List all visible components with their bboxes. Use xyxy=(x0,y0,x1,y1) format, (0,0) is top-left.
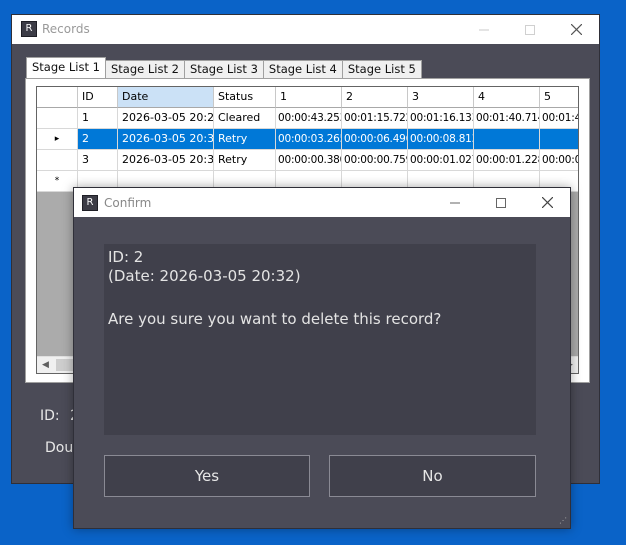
cell-id[interactable]: 3 xyxy=(78,150,118,171)
cell-time-4[interactable]: 00:00:01.228 xyxy=(474,150,540,171)
cell-time-2[interactable]: 00:00:00.759 xyxy=(342,150,408,171)
cell-date[interactable]: 2026-03-05 20:32 xyxy=(118,129,214,150)
close-button[interactable] xyxy=(553,15,599,44)
confirm-dialog: R Confirm ID: 2 (Date: 2026-03-05 20:32)… xyxy=(73,187,571,529)
minimize-icon xyxy=(450,202,460,203)
column-header-5[interactable]: 5 xyxy=(540,87,578,108)
cell-time-3[interactable]: 00:00:08.813 xyxy=(408,129,474,150)
new-row-marker[interactable]: * xyxy=(37,171,78,192)
cell-time-2[interactable]: 00:01:15.722 xyxy=(342,108,408,129)
cell-date[interactable]: 2026-03-05 20:33 xyxy=(118,150,214,171)
row-header[interactable] xyxy=(37,108,78,129)
tab-stage-list-2[interactable]: Stage List 2 xyxy=(104,60,185,78)
cell-time-4[interactable]: 00:01:40.714 xyxy=(474,108,540,129)
cell-status[interactable]: Cleared xyxy=(214,108,276,129)
tab-strip: Stage List 1 Stage List 2 Stage List 3 S… xyxy=(26,57,422,78)
cell-date[interactable]: 2026-03-05 20:26 xyxy=(118,108,214,129)
row-header-current-marker[interactable]: ▸ xyxy=(37,129,78,150)
window-title: Records xyxy=(42,22,90,36)
no-button[interactable]: No xyxy=(329,455,536,497)
yes-button[interactable]: Yes xyxy=(104,455,310,497)
row-header[interactable] xyxy=(37,150,78,171)
message-id: ID: 2 xyxy=(108,248,144,266)
column-header-date[interactable]: Date xyxy=(118,87,214,108)
records-titlebar[interactable]: R Records xyxy=(12,15,599,44)
cell-status[interactable]: Retry xyxy=(214,129,276,150)
tab-stage-list-4[interactable]: Stage List 4 xyxy=(262,60,343,78)
tab-stage-list-3[interactable]: Stage List 3 xyxy=(183,60,264,78)
tab-stage-list-1[interactable]: Stage List 1 xyxy=(26,57,106,78)
maximize-icon xyxy=(496,197,506,208)
maximize-button[interactable] xyxy=(478,188,524,217)
close-icon xyxy=(570,24,582,35)
cell-status[interactable]: Retry xyxy=(214,150,276,171)
grid-header-row: ID Date Status 1 2 3 4 5 xyxy=(37,87,578,108)
table-row-selected[interactable]: ▸ 2 2026-03-05 20:32 Retry 00:00:03.265 … xyxy=(37,129,578,150)
column-header-4[interactable]: 4 xyxy=(474,87,540,108)
tab-stage-list-5[interactable]: Stage List 5 xyxy=(341,60,422,78)
cell-time-3[interactable]: 00:01:16.133 xyxy=(408,108,474,129)
column-header-id[interactable]: ID xyxy=(78,87,118,108)
resize-grip-icon[interactable]: ⋰ xyxy=(559,517,567,525)
scroll-left-icon[interactable]: ◀ xyxy=(37,357,54,373)
table-row[interactable]: 1 2026-03-05 20:26 Cleared 00:00:43.253 … xyxy=(37,108,578,129)
id-label: ID: xyxy=(40,408,60,424)
cell-time-1[interactable]: 00:00:43.253 xyxy=(276,108,342,129)
app-icon: R xyxy=(82,195,98,211)
cell-time-5[interactable] xyxy=(540,129,578,150)
cell-time-4[interactable] xyxy=(474,129,540,150)
close-button[interactable] xyxy=(524,188,570,217)
cell-id[interactable]: 1 xyxy=(78,108,118,129)
cell-time-3[interactable]: 00:00:01.027 xyxy=(408,150,474,171)
column-header-3[interactable]: 3 xyxy=(408,87,474,108)
column-header-2[interactable]: 2 xyxy=(342,87,408,108)
cell-time-2[interactable]: 00:00:06.496 xyxy=(342,129,408,150)
message-panel: ID: 2 (Date: 2026-03-05 20:32) Are you s… xyxy=(104,244,536,435)
column-header-status[interactable]: Status xyxy=(214,87,276,108)
dialog-title: Confirm xyxy=(104,196,152,210)
minimize-button[interactable] xyxy=(432,188,478,217)
message-question: Are you sure you want to delete this rec… xyxy=(108,310,442,328)
column-header-1[interactable]: 1 xyxy=(276,87,342,108)
maximize-button[interactable] xyxy=(507,15,553,44)
cell-time-5[interactable]: 00:01:4 xyxy=(540,108,578,129)
cell-time-5[interactable]: 00:00:0 xyxy=(540,150,578,171)
grid-corner[interactable] xyxy=(37,87,78,108)
cell-id[interactable]: 2 xyxy=(78,129,118,150)
message-date: (Date: 2026-03-05 20:32) xyxy=(108,267,301,285)
minimize-icon xyxy=(479,29,489,30)
close-icon xyxy=(541,197,553,208)
maximize-icon xyxy=(525,24,535,35)
cell-time-1[interactable]: 00:00:03.265 xyxy=(276,129,342,150)
minimize-button[interactable] xyxy=(461,15,507,44)
cell-time-1[interactable]: 00:00:00.380 xyxy=(276,150,342,171)
confirm-titlebar[interactable]: R Confirm xyxy=(74,188,570,217)
table-row[interactable]: 3 2026-03-05 20:33 Retry 00:00:00.380 00… xyxy=(37,150,578,171)
app-icon: R xyxy=(21,21,37,37)
